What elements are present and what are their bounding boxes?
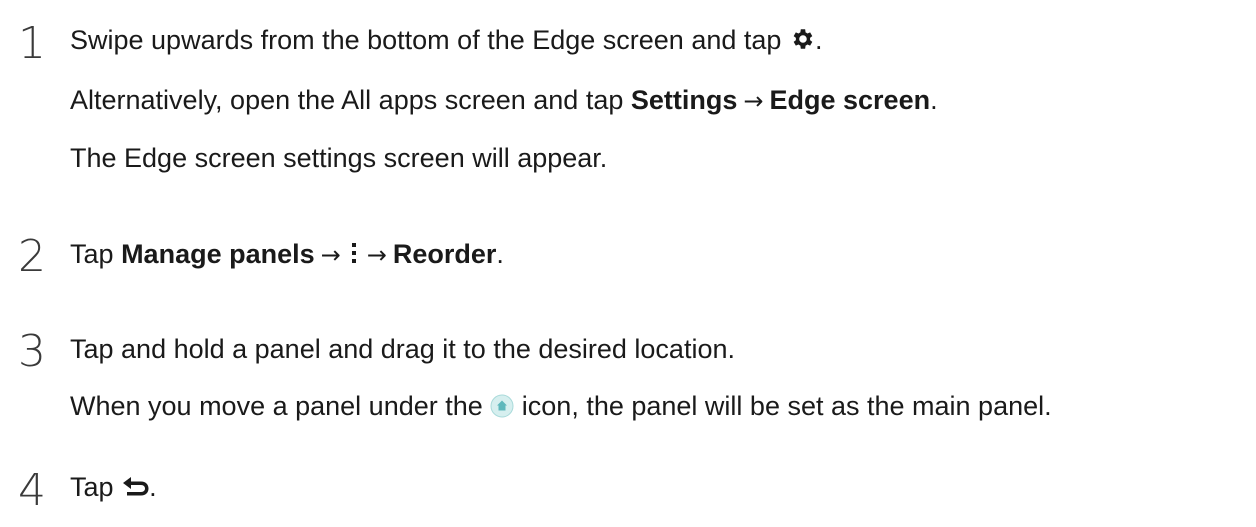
step-text-end: .	[814, 25, 823, 55]
settings-label: Settings	[630, 85, 738, 115]
step-text: The Edge screen settings screen will app…	[70, 143, 608, 173]
step-number: 3	[18, 326, 46, 377]
arrow: →	[743, 87, 764, 115]
step-text: Tap and hold a panel and drag it to the …	[70, 334, 735, 364]
step-number: 1	[18, 18, 46, 69]
step-text: Tap	[70, 239, 114, 269]
step-number: 4	[18, 465, 46, 516]
step-number: 2	[18, 231, 46, 282]
step-4-line-1: Tap .	[70, 471, 157, 503]
step-text: Alternatively, open the All apps screen …	[70, 85, 624, 115]
step-3-line-1: Tap and hold a panel and drag it to the …	[70, 333, 735, 365]
step-text-end: .	[149, 472, 157, 502]
step-1-line-2: Alternatively, open the All apps screen …	[70, 84, 938, 117]
step-1-line-1: Swipe upwards from the bottom of the Edg…	[70, 24, 822, 56]
step-text: Tap	[70, 472, 114, 502]
back-icon	[123, 476, 149, 496]
step-text: Swipe upwards from the bottom of the Edg…	[70, 25, 782, 55]
step-text: icon, the panel will be set as the main …	[521, 391, 1052, 421]
arrow: →	[366, 241, 387, 269]
arrow: →	[320, 241, 341, 269]
step-text: When you move a panel under the	[70, 391, 483, 421]
reorder-label: Reorder	[392, 239, 497, 269]
step-2-line-1: Tap Manage panels → → Reorder.	[70, 238, 504, 271]
more-options-icon	[351, 242, 356, 263]
step-3-line-2: When you move a panel under the icon, th…	[70, 390, 1052, 422]
step-text-end: .	[496, 239, 504, 269]
manage-panels-label: Manage panels	[121, 239, 315, 269]
step-1-line-3: The Edge screen settings screen will app…	[70, 142, 607, 174]
step-text-end: .	[930, 85, 938, 115]
home-panel-icon	[490, 394, 514, 418]
edge-screen-label: Edge screen	[769, 85, 931, 115]
gear-icon	[793, 29, 813, 49]
